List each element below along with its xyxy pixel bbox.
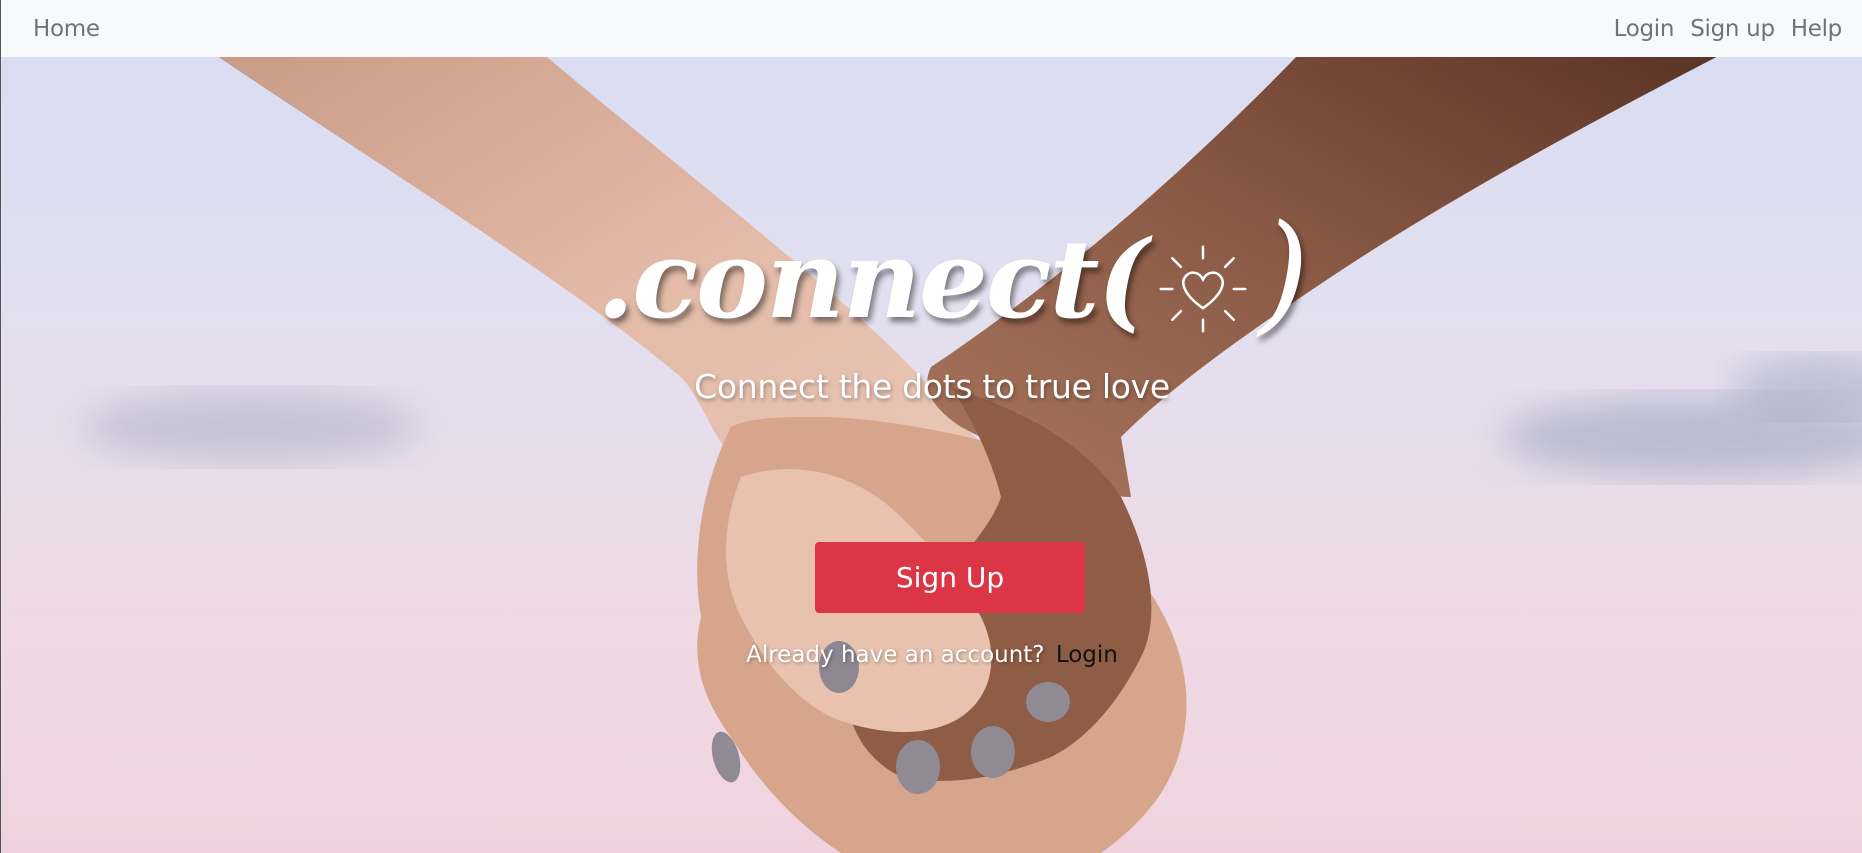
nav-home-link[interactable]: Home xyxy=(33,16,100,42)
nav-right-group: Login Sign up Help xyxy=(1614,16,1843,42)
hero-section: .connect( ) Connect the dots to true lov… xyxy=(0,57,1862,853)
nav-login-link[interactable]: Login xyxy=(1614,16,1675,42)
tagline: Connect the dots to true love xyxy=(694,367,1170,406)
heart-sun-icon xyxy=(1159,245,1247,333)
logo: .connect( ) xyxy=(1,207,1862,337)
account-prompt-text: Already have an account? xyxy=(746,642,1045,668)
logo-close-paren: ) xyxy=(1258,196,1310,348)
account-prompt: Already have an account? Login xyxy=(1,642,1862,668)
logo-wordmark: .connect( ) xyxy=(597,207,1310,337)
top-navbar: Home Login Sign up Help xyxy=(0,0,1862,57)
hero-background-image xyxy=(81,57,1862,853)
logo-text: .connect( xyxy=(596,217,1149,343)
signup-button[interactable]: Sign Up xyxy=(815,542,1085,613)
page: Home Login Sign up Help .connect() Conn… xyxy=(0,0,1862,853)
account-login-link[interactable]: Login xyxy=(1056,642,1118,668)
nav-signup-link[interactable]: Sign up xyxy=(1690,16,1775,42)
nav-help-link[interactable]: Help xyxy=(1791,16,1843,42)
